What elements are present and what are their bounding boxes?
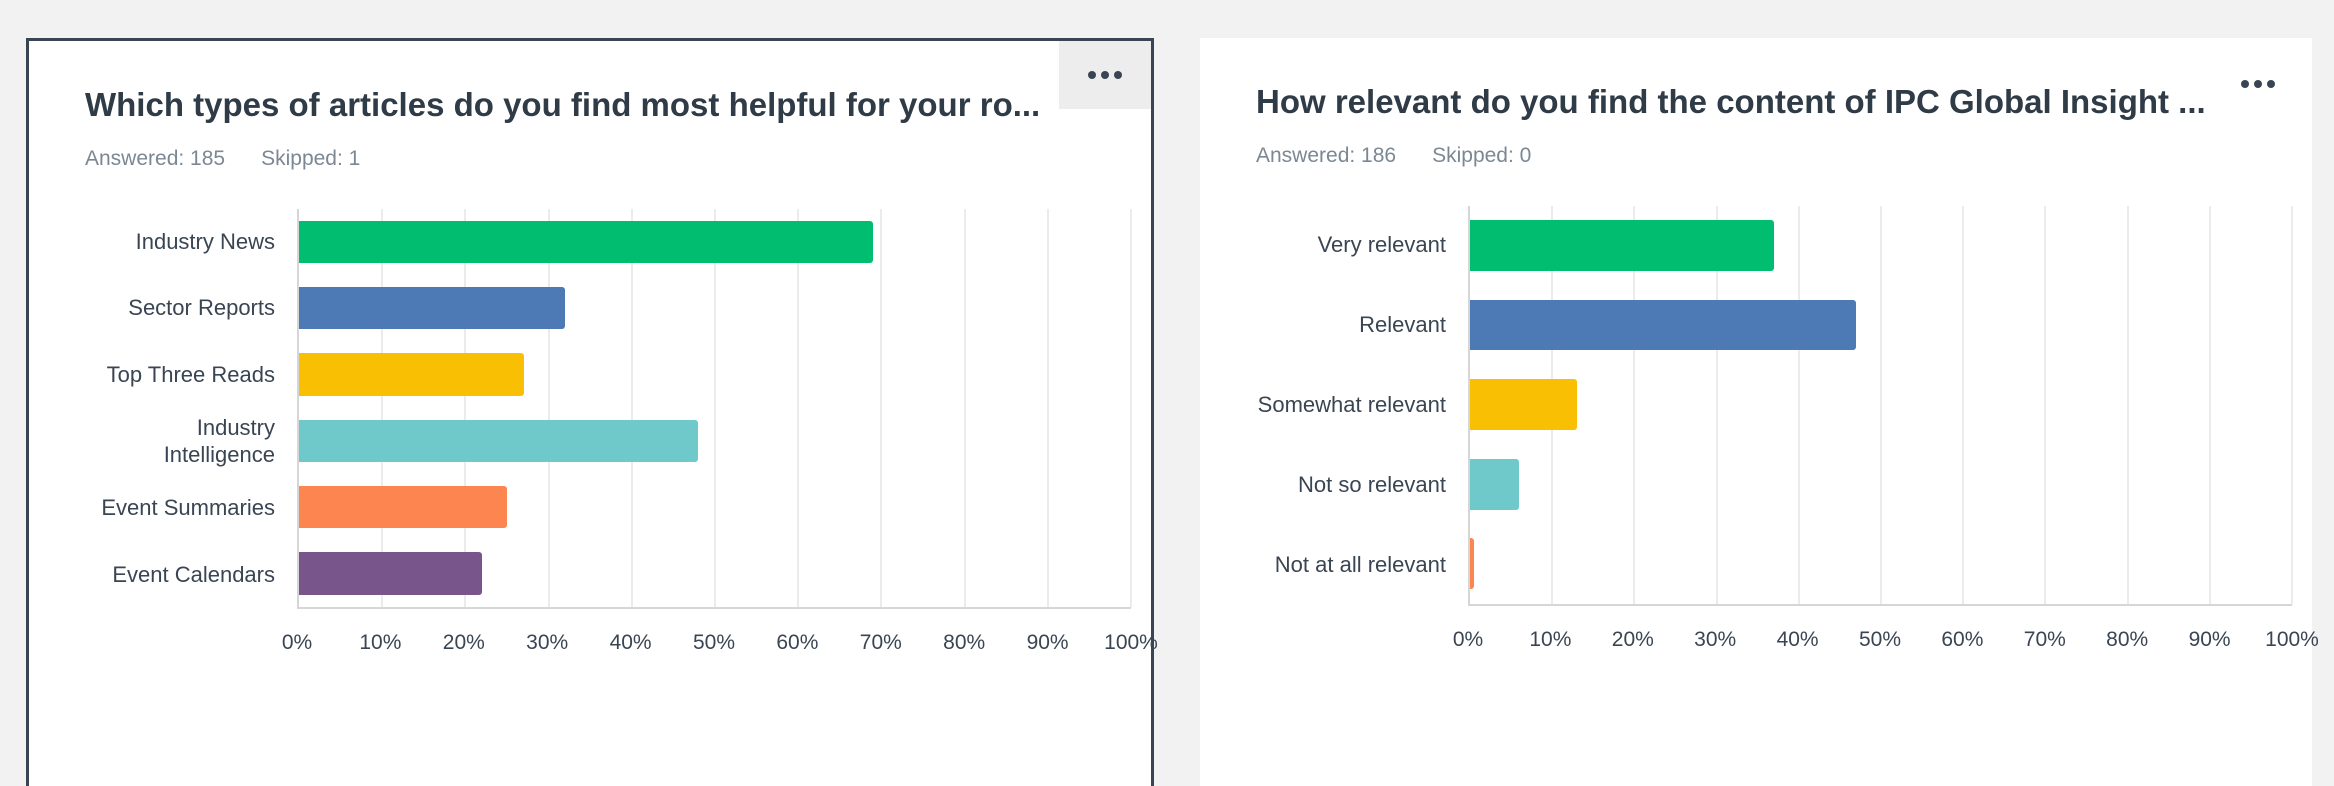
bar[interactable]	[1470, 538, 1475, 590]
axis-tick-label: 80%	[943, 630, 986, 654]
axis-tick-label: 30%	[1694, 627, 1737, 651]
ellipsis-icon	[1101, 71, 1109, 79]
axis-tick-label: 100%	[1104, 630, 1158, 654]
category-axis: Industry News Sector Reports Top Three Rea…	[85, 209, 297, 609]
bar[interactable]	[1470, 458, 1520, 510]
axis-tick-label: 100%	[2265, 627, 2319, 651]
ellipsis-icon	[2241, 80, 2249, 88]
bar[interactable]	[299, 485, 507, 529]
plot-area: Very relevant Relevant Somewhat relevant No…	[1256, 205, 2293, 606]
axis-tick-label: 60%	[776, 630, 819, 654]
bar[interactable]	[299, 220, 874, 263]
axis-tick-label: 20%	[442, 630, 485, 654]
ellipsis-icon	[1088, 71, 1096, 79]
bar-row[interactable]	[299, 209, 1131, 275]
question-card-relevance[interactable]: How relevant do you find the content of …	[1200, 38, 2319, 786]
axis-tick-label: 50%	[1858, 627, 1902, 651]
bar-row[interactable]	[1470, 524, 2292, 604]
answered-count: Answered: 185	[85, 146, 226, 170]
answered-count: Answered: 186	[1256, 143, 1397, 167]
category-label: Event Summaries	[101, 495, 275, 521]
bars-container	[297, 208, 1132, 609]
response-summary: Answered: 185 Skipped: 1	[85, 147, 1095, 171]
bar-row[interactable]	[1470, 365, 2292, 445]
card-header: Which types of articles do you find most…	[29, 41, 1151, 171]
bar-chart-articles: Industry News Sector Reports Top Three Rea…	[29, 208, 1158, 667]
bar-row[interactable]	[299, 540, 1131, 606]
bar-chart-relevance: Very relevant Relevant Somewhat relevant No…	[1200, 205, 2319, 664]
skipped-count: Skipped: 1	[261, 146, 361, 170]
axis-tick-label: 70%	[859, 630, 902, 654]
bar[interactable]	[1470, 379, 1577, 431]
category-axis: Very relevant Relevant Somewhat relevant No…	[1256, 206, 1468, 606]
skipped-count: Skipped: 0	[1432, 143, 1532, 167]
category-label: Not so relevant	[1298, 472, 1446, 498]
axis-tick-label: 60%	[1941, 627, 1984, 651]
bar-row[interactable]	[1470, 285, 2292, 365]
bar-row[interactable]	[299, 474, 1131, 540]
value-axis: 0% 10% 20% 30% 40% 50% 60% 70% 80% 90% 100%	[282, 609, 1158, 667]
axis-tick-label: 20%	[1611, 627, 1654, 651]
axis-tick-label: 70%	[2023, 627, 2066, 651]
category-label: Industry Intelligence	[163, 415, 275, 467]
category-label: Event Calendars	[112, 561, 275, 587]
question-card-articles[interactable]: Which types of articles do you find most…	[26, 38, 1158, 786]
axis-tick-label: 10%	[359, 630, 402, 654]
response-summary: Answered: 186 Skipped: 0	[1256, 144, 2256, 168]
card-header: How relevant do you find the content of …	[1200, 38, 2312, 168]
page-title: How relevant do you find the content of …	[1256, 83, 2206, 120]
axis-tick-label: 40%	[609, 630, 652, 654]
category-label: Top Three Reads	[106, 361, 275, 387]
bar[interactable]	[299, 552, 483, 595]
bar-row[interactable]	[299, 408, 1131, 474]
axis-tick-label: 30%	[526, 630, 569, 654]
category-label: Relevant	[1359, 312, 1446, 338]
category-label: Somewhat relevant	[1257, 392, 1446, 418]
survey-results-page: Which types of articles do you find most…	[0, 0, 2334, 786]
card-menu-button-articles[interactable]	[1059, 41, 1151, 109]
category-label: Sector Reports	[128, 295, 275, 321]
axis-tick-label: 0%	[1452, 627, 1484, 651]
card-menu-button-relevance[interactable]	[2228, 64, 2288, 104]
bar[interactable]	[1470, 219, 1775, 271]
bar[interactable]	[299, 419, 699, 462]
axis-tick-label: 90%	[2188, 627, 2231, 651]
axis-tick-label: 80%	[2106, 627, 2149, 651]
bars-container	[1468, 205, 2293, 606]
ellipsis-icon	[2254, 80, 2262, 88]
category-label: Industry News	[135, 228, 275, 254]
bar-row[interactable]	[299, 275, 1131, 341]
category-label: Not at all relevant	[1274, 552, 1446, 578]
bar-row[interactable]	[1470, 206, 2292, 286]
bar[interactable]	[299, 286, 566, 330]
category-label: Very relevant	[1317, 232, 1446, 258]
bar[interactable]	[299, 353, 524, 396]
page-title: Which types of articles do you find most…	[85, 86, 1041, 123]
bar[interactable]	[1470, 299, 1857, 351]
axis-tick-label: 10%	[1529, 627, 1572, 651]
ellipsis-icon	[2267, 80, 2275, 88]
axis-tick-label: 90%	[1026, 630, 1069, 654]
bar-row[interactable]	[299, 341, 1131, 407]
ellipsis-icon	[1114, 71, 1122, 79]
axis-tick-label: 50%	[692, 630, 736, 654]
axis-tick-label: 0%	[281, 630, 313, 654]
plot-area: Industry News Sector Reports Top Three Rea…	[85, 208, 1132, 609]
value-axis: 0% 10% 20% 30% 40% 50% 60% 70% 80% 90% 100%	[1453, 606, 2319, 664]
bar-row[interactable]	[1470, 444, 2292, 524]
axis-tick-label: 40%	[1776, 627, 1819, 651]
